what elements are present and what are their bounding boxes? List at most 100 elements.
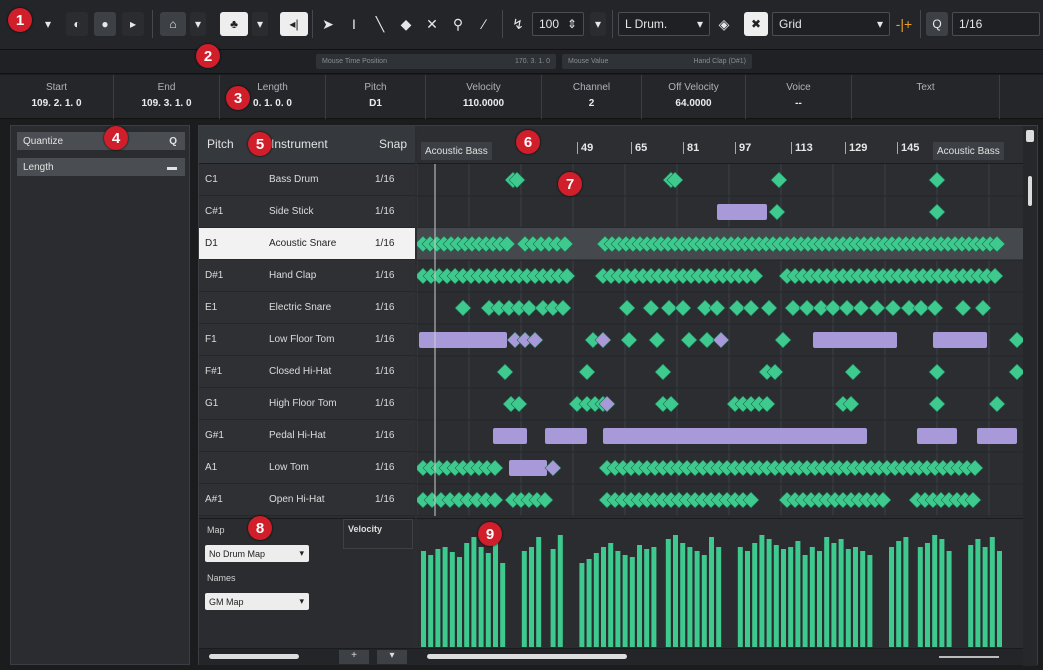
- toolbar: ▾ ◐ ● ▸ ⌂ ▾ ♣ ▾ ◂| ➤ I ╲ ◆ ✕ ⚲ ∕ ↯ 100 ⇕ …: [0, 0, 1043, 50]
- velocity-bar: [428, 555, 434, 647]
- drum-note: [544, 459, 562, 477]
- drum-snap: 1/16: [375, 366, 395, 377]
- drum-list-row[interactable]: G#1 Pedal Hi-Hat 1/16: [199, 420, 415, 452]
- drum-note: [620, 331, 638, 349]
- inspector-section-quantize[interactable]: Quantize Q: [17, 132, 185, 150]
- instrument-column-header[interactable]: Instrument: [271, 137, 328, 151]
- info-value[interactable]: 64.0000: [642, 98, 745, 109]
- drum-list-row[interactable]: A1 Low Tom 1/16: [199, 452, 415, 484]
- drum-instrument: Pedal Hi-Hat: [269, 430, 326, 441]
- info-field-channel[interactable]: Channel 2: [542, 75, 642, 119]
- vertical-scroll-thumb[interactable]: [1028, 176, 1032, 206]
- snap-to-zero-icon[interactable]: -|+: [894, 14, 914, 34]
- lane-menu-button[interactable]: ▾: [377, 650, 407, 664]
- quantize-presets-field[interactable]: 1/16: [952, 12, 1040, 36]
- velocity-dropdown[interactable]: ▾: [590, 12, 606, 36]
- status-line: Mouse Time Position 170. 3. 1. 0 Mouse V…: [0, 50, 1043, 74]
- info-value[interactable]: 2: [542, 98, 641, 109]
- insert-velocity-field[interactable]: 100 ⇕: [532, 12, 584, 36]
- drum-list-row[interactable]: A#1 Open Hi-Hat 1/16: [199, 484, 415, 516]
- drum-list-row[interactable]: G1 High Floor Tom 1/16: [199, 388, 415, 420]
- drum-list-row[interactable]: F1 Low Floor Tom 1/16: [199, 324, 415, 356]
- velocity-bar: [773, 545, 779, 647]
- velocity-lane-label[interactable]: Velocity: [343, 519, 413, 549]
- velocity-bar: [665, 539, 671, 647]
- drum-list-row[interactable]: D#1 Hand Clap 1/16: [199, 260, 415, 292]
- velocity-lane[interactable]: [417, 518, 1023, 648]
- note-length-bar: [717, 204, 767, 220]
- mute-tool-icon[interactable]: ✕: [422, 14, 442, 34]
- drum-map-select[interactable]: No Drum Map ▾: [205, 545, 309, 562]
- drum-snap: 1/16: [375, 398, 395, 409]
- drum-note: [708, 299, 726, 317]
- edit-mode-dropdown[interactable]: ▾: [190, 12, 206, 36]
- velocity-bar: [946, 551, 952, 647]
- note-length-bar: [493, 428, 527, 444]
- info-field-text[interactable]: Text: [852, 75, 1000, 119]
- drum-list-row[interactable]: C1 Bass Drum 1/16: [199, 164, 415, 196]
- names-select[interactable]: GM Map ▾: [205, 593, 309, 610]
- edit-mode-button[interactable]: ⌂: [160, 12, 186, 36]
- drum-list-row[interactable]: E1 Electric Snare 1/16: [199, 292, 415, 324]
- line-tool-icon[interactable]: ∕: [474, 14, 494, 34]
- info-field-pitch[interactable]: Pitch D1: [326, 75, 426, 119]
- velocity-bar: [831, 543, 837, 647]
- erase-tool-icon[interactable]: ◆: [396, 14, 416, 34]
- controller-lane-controls: Map No Drum Map ▾ Names GM Map ▾ Velocity: [199, 518, 415, 648]
- forward-button[interactable]: ▸: [122, 12, 144, 36]
- add-lane-button[interactable]: +: [339, 650, 369, 664]
- velocity-bar: [579, 563, 585, 647]
- info-label: Velocity: [466, 82, 501, 93]
- zoom-tool-icon[interactable]: ⚲: [448, 14, 468, 34]
- info-value[interactable]: 110.0000: [426, 98, 541, 109]
- scroll-menu-icon[interactable]: [1026, 130, 1034, 142]
- list-scroll-thumb[interactable]: [209, 654, 299, 659]
- range-tool-icon[interactable]: I: [344, 14, 364, 34]
- drum-pitch: G1: [205, 398, 219, 409]
- info-field-off-velocity[interactable]: Off Velocity 64.0000: [642, 75, 746, 119]
- object-selection-tool-icon[interactable]: ➤: [318, 14, 338, 34]
- event-display[interactable]: [417, 164, 1023, 516]
- speaker-button[interactable]: ◂|: [280, 12, 308, 36]
- info-label: Channel: [572, 82, 611, 93]
- info-value[interactable]: D1: [326, 98, 425, 109]
- velocity-bar: [521, 551, 527, 647]
- quantize-icon: Q: [169, 135, 177, 147]
- velocity-bar: [673, 535, 678, 647]
- ruler[interactable]: Acoustic Bass Acoustic Bass 49 65 81 97 113 1…: [417, 126, 1023, 164]
- quantize-icon[interactable]: Q: [926, 12, 948, 36]
- grid-type-select[interactable]: Grid ▾: [772, 12, 890, 36]
- drum-snap: 1/16: [375, 270, 395, 281]
- info-field-start[interactable]: Start 109. 2. 1. 0: [0, 75, 114, 119]
- drum-select-field[interactable]: L Drum. ▾: [618, 12, 710, 36]
- drum-list-row[interactable]: D1 Acoustic Snare 1/16: [199, 228, 415, 260]
- info-field-end[interactable]: End 109. 3. 1. 0: [114, 75, 220, 119]
- velocity-bar: [824, 537, 830, 647]
- vertical-scrollbar[interactable]: [1023, 126, 1037, 666]
- pitch-column-header[interactable]: Pitch: [207, 137, 234, 151]
- names-value: GM Map: [209, 596, 244, 607]
- zoom-slider[interactable]: [939, 656, 999, 658]
- info-value[interactable]: 109. 2. 1. 0: [0, 98, 113, 109]
- auto-scroll-icon[interactable]: ◈: [714, 14, 734, 34]
- stepper-icon[interactable]: ⇕: [567, 17, 577, 31]
- velocity-bar: [593, 553, 599, 647]
- info-field-voice[interactable]: Voice --: [746, 75, 852, 119]
- color-tool-button[interactable]: ♣: [220, 12, 248, 36]
- velocity-bar: [896, 541, 902, 647]
- info-field-velocity[interactable]: Velocity 110.0000: [426, 75, 542, 119]
- info-value[interactable]: --: [746, 98, 851, 109]
- solo-button[interactable]: ◐: [66, 12, 88, 36]
- snap-column-header[interactable]: Snap: [379, 137, 407, 151]
- inspector-section-length[interactable]: Length ▬: [17, 158, 185, 176]
- toolbar-dropdown-arrow[interactable]: ▾: [40, 12, 56, 36]
- horizontal-scroll-thumb[interactable]: [427, 654, 627, 659]
- velocity-bar: [989, 537, 995, 647]
- drum-list-row[interactable]: F#1 Closed Hi-Hat 1/16: [199, 356, 415, 388]
- draw-tool-icon[interactable]: ╲: [370, 14, 390, 34]
- record-button[interactable]: ●: [94, 12, 116, 36]
- drum-list-row[interactable]: C#1 Side Stick 1/16: [199, 196, 415, 228]
- color-dropdown[interactable]: ▾: [252, 12, 268, 36]
- snap-button[interactable]: ✖: [744, 12, 768, 36]
- info-value[interactable]: 109. 3. 1. 0: [114, 98, 219, 109]
